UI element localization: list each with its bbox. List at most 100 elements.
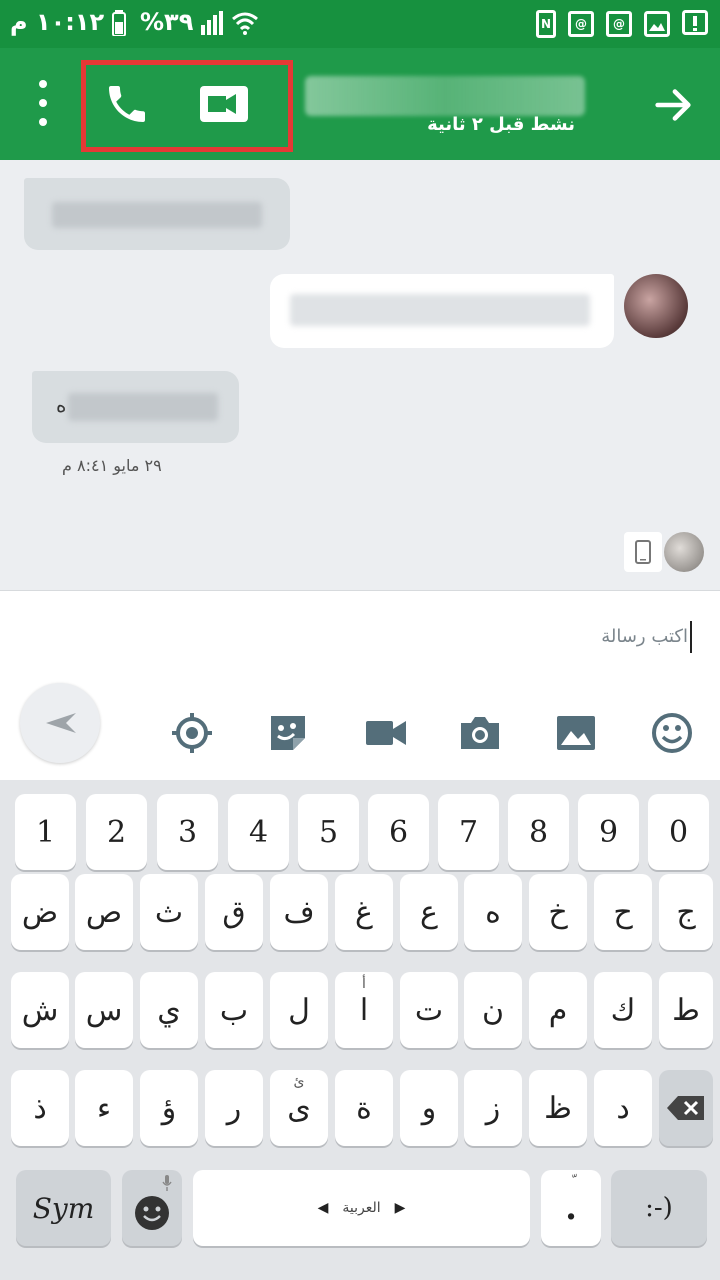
backspace-icon xyxy=(667,1096,704,1120)
location-icon xyxy=(172,713,212,753)
location-button[interactable] xyxy=(170,711,214,755)
key-zha[interactable]: ظ xyxy=(529,1070,587,1146)
compose-area: اكتب رسالة xyxy=(0,590,720,780)
space-key[interactable]: ◀ العربية ▶ xyxy=(193,1170,530,1246)
key-8[interactable]: 8 xyxy=(508,794,569,870)
back-arrow-icon[interactable] xyxy=(650,82,696,128)
key-ya[interactable]: ي xyxy=(140,972,198,1048)
overflow-menu-button[interactable] xyxy=(28,80,58,126)
mic-icon xyxy=(162,1175,172,1191)
key-2[interactable]: 2 xyxy=(86,794,147,870)
language-label: العربية xyxy=(342,1200,381,1216)
key-sad[interactable]: ص xyxy=(75,874,133,950)
video-attach-button[interactable] xyxy=(364,711,408,755)
message-placeholder: اكتب رسالة xyxy=(601,626,688,647)
key-zay[interactable]: ز xyxy=(464,1070,522,1146)
key-alef-maqsura[interactable]: ئى xyxy=(270,1070,328,1146)
image-notif-icon xyxy=(644,11,670,37)
key-3[interactable]: 3 xyxy=(157,794,218,870)
received-message[interactable]: ه xyxy=(32,371,239,443)
key-4[interactable]: 4 xyxy=(228,794,289,870)
emoji-key[interactable] xyxy=(122,1170,182,1246)
message-input[interactable]: اكتب رسالة xyxy=(92,621,692,661)
video-call-button[interactable] xyxy=(198,80,250,128)
sticker-button[interactable] xyxy=(266,711,310,755)
key-0[interactable]: 0 xyxy=(648,794,709,870)
key-dhal[interactable]: ذ xyxy=(11,1070,69,1146)
key-fa[interactable]: ف xyxy=(270,874,328,950)
sticker-icon xyxy=(271,716,305,750)
text-caret xyxy=(690,621,692,653)
key-dad[interactable]: ض xyxy=(11,874,69,950)
email-notif-icon: @ xyxy=(568,11,594,37)
message-timestamp: ٢٩ مايو ٨:٤١ م xyxy=(62,456,162,475)
space-left-arrow: ◀ xyxy=(317,1200,329,1216)
key-ta[interactable]: ت xyxy=(400,972,458,1048)
key-tta[interactable]: ط xyxy=(659,972,713,1048)
smiley-text-key[interactable]: :-) xyxy=(611,1170,707,1246)
key-qaf[interactable]: ق xyxy=(205,874,263,950)
key-ha[interactable]: ه xyxy=(464,874,522,950)
status-bar: ١٠:١٢ م %٣٩ N @ @ xyxy=(0,0,720,48)
period-key[interactable]: ّ. xyxy=(541,1170,601,1246)
battery-percent: %٣٩ xyxy=(140,8,194,36)
conversation-header: نشط قبل ٢ ثانية xyxy=(0,48,720,160)
key-ghain[interactable]: غ xyxy=(335,874,393,950)
key-6[interactable]: 6 xyxy=(368,794,429,870)
key-shin[interactable]: ش xyxy=(11,972,69,1048)
contact-name-redacted xyxy=(305,76,585,116)
video-icon xyxy=(366,721,406,745)
key-jim[interactable]: ج xyxy=(659,874,713,950)
received-message[interactable] xyxy=(24,178,290,250)
key-nun[interactable]: ن xyxy=(464,972,522,1048)
key-tha[interactable]: ث xyxy=(140,874,198,950)
contact-avatar[interactable] xyxy=(624,274,688,338)
alert-notif-icon xyxy=(682,10,708,35)
soft-keyboard: 1 2 3 4 5 6 7 8 9 0 ض ص ث ق ف غ ع ه خ ح … xyxy=(0,780,720,1280)
key-1[interactable]: 1 xyxy=(15,794,76,870)
status-icons-left xyxy=(112,10,126,36)
key-ain[interactable]: ع xyxy=(400,874,458,950)
key-ra[interactable]: ر xyxy=(205,1070,263,1146)
send-button[interactable] xyxy=(20,683,100,763)
sent-message[interactable] xyxy=(270,274,614,348)
key-dal[interactable]: د xyxy=(594,1070,652,1146)
image-icon xyxy=(557,716,595,750)
battery-icon xyxy=(112,10,126,36)
message-list[interactable]: ه ٢٩ مايو ٨:٤١ م xyxy=(0,160,720,590)
smiley-icon xyxy=(135,1196,169,1230)
key-5[interactable]: 5 xyxy=(298,794,359,870)
key-mim[interactable]: م xyxy=(529,972,587,1048)
voice-call-button[interactable] xyxy=(103,80,151,128)
emoji-icon xyxy=(652,713,692,753)
key-kaf[interactable]: ك xyxy=(594,972,652,1048)
key-kha[interactable]: خ xyxy=(529,874,587,950)
key-hamza[interactable]: ء xyxy=(75,1070,133,1146)
space-right-arrow: ▶ xyxy=(394,1200,406,1216)
key-sin[interactable]: س xyxy=(75,972,133,1048)
phone-device-icon xyxy=(624,532,662,572)
sim-icon: N xyxy=(536,10,556,38)
clock: ١٠:١٢ م xyxy=(10,8,105,36)
sym-key[interactable]: Sym xyxy=(16,1170,111,1246)
key-ta-marbuta[interactable]: ة xyxy=(335,1070,393,1146)
notification-icons: N @ @ xyxy=(536,10,708,38)
signal-icon xyxy=(201,11,223,35)
key-7[interactable]: 7 xyxy=(438,794,499,870)
email-notif-icon-2: @ xyxy=(606,11,632,37)
key-lam[interactable]: ل xyxy=(270,972,328,1048)
read-receipt-avatar xyxy=(664,532,704,572)
key-alef[interactable]: أا xyxy=(335,972,393,1048)
message-fragment: ه xyxy=(56,393,67,417)
emoji-button[interactable] xyxy=(650,711,694,755)
gallery-button[interactable] xyxy=(554,711,598,755)
key-hha[interactable]: ح xyxy=(594,874,652,950)
key-waw-hamza[interactable]: ؤ xyxy=(140,1070,198,1146)
status-icons-signal xyxy=(200,10,258,36)
key-9[interactable]: 9 xyxy=(578,794,639,870)
camera-button[interactable] xyxy=(458,711,502,755)
key-waw[interactable]: و xyxy=(400,1070,458,1146)
contact-status: نشط قبل ٢ ثانية xyxy=(427,114,575,135)
key-ba[interactable]: ب xyxy=(205,972,263,1048)
backspace-key[interactable] xyxy=(659,1070,713,1146)
